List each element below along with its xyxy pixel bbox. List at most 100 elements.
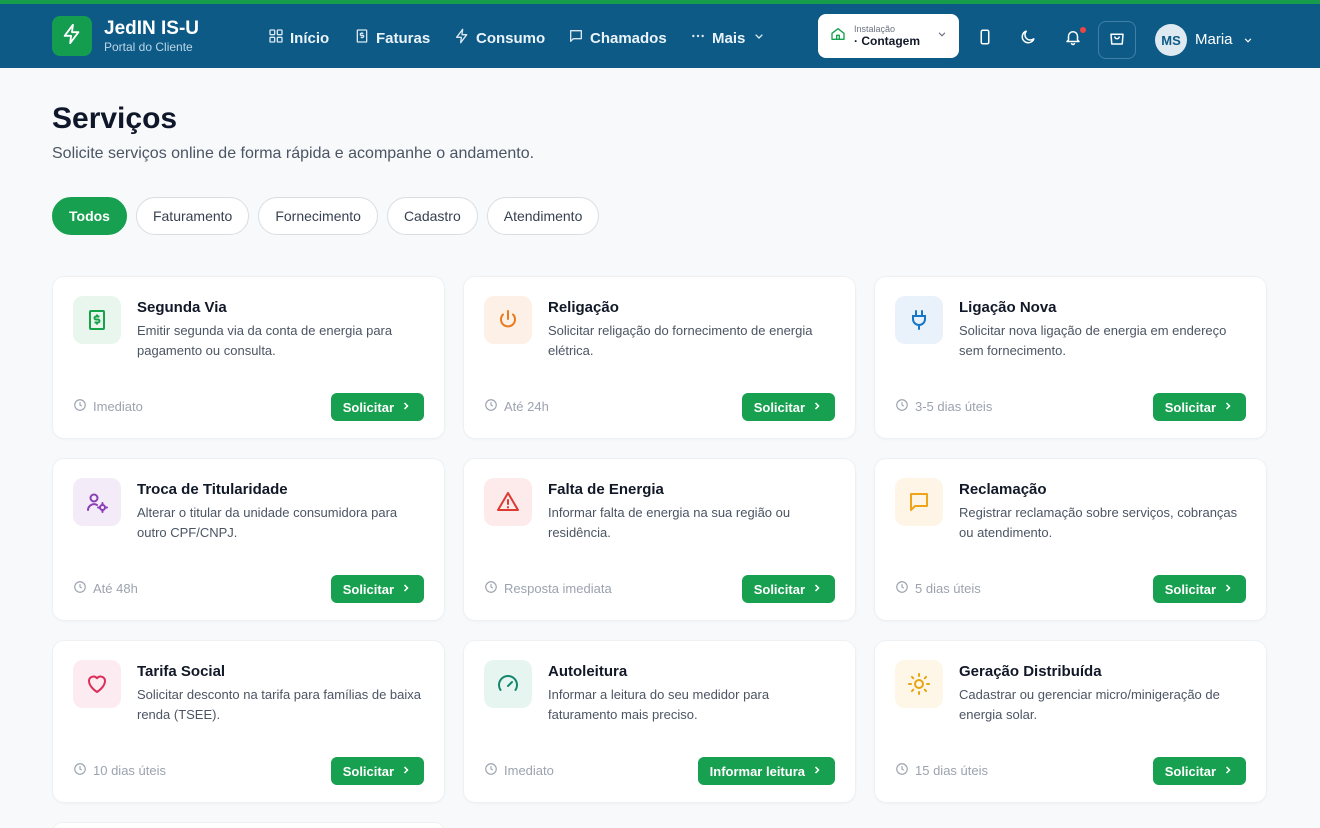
request-button[interactable]: Solicitar bbox=[330, 757, 424, 785]
service-time-label: 15 dias úteis bbox=[915, 763, 988, 778]
service-time: Imediato bbox=[73, 398, 143, 415]
page-title: Serviços bbox=[52, 102, 178, 135]
top-header: JedIN IS-U Portal do Cliente Início Fatu… bbox=[0, 0, 1320, 68]
service-time-label: Imediato bbox=[504, 763, 554, 778]
nav-item-mais[interactable]: Mais bbox=[690, 26, 767, 50]
user-name[interactable]: Maria bbox=[1195, 31, 1233, 48]
nav-label: Chamados bbox=[590, 29, 667, 47]
button-label: Solicitar bbox=[1164, 581, 1216, 597]
chevron-right-icon bbox=[1222, 582, 1234, 597]
submit-reading-button[interactable]: Informar leitura bbox=[697, 757, 835, 785]
chevron-down-icon bbox=[751, 28, 767, 48]
service-time: 10 dias úteis bbox=[73, 762, 166, 779]
button-label: Solicitar bbox=[1164, 763, 1216, 779]
service-time: Resposta imediata bbox=[484, 580, 612, 597]
nav-item-consumo[interactable]: Consumo bbox=[454, 26, 545, 50]
plug-icon bbox=[895, 296, 943, 344]
service-time-label: 10 dias úteis bbox=[93, 763, 166, 778]
chevron-right-icon bbox=[400, 582, 412, 597]
installation-label: Instalação bbox=[854, 24, 896, 34]
nav-item-inicio[interactable]: Início bbox=[268, 26, 329, 50]
service-time-label: 5 dias úteis bbox=[915, 581, 981, 596]
service-title: Tarifa Social bbox=[137, 663, 226, 680]
warning-icon bbox=[484, 478, 532, 526]
nav-item-faturas[interactable]: Faturas bbox=[354, 26, 430, 50]
power-icon bbox=[484, 296, 532, 344]
filter-tab-cadastro[interactable]: Cadastro bbox=[386, 197, 478, 235]
brand-name: JedIN IS-U bbox=[104, 18, 200, 39]
service-description: Solicitar nova ligação de energia em end… bbox=[959, 323, 1227, 358]
request-button[interactable]: Solicitar bbox=[1152, 757, 1246, 785]
filter-tab-atendimento[interactable]: Atendimento bbox=[486, 197, 600, 235]
chevron-right-icon bbox=[1222, 400, 1234, 415]
service-description: Registrar reclamação sobre serviços, cob… bbox=[959, 505, 1238, 540]
clock-icon bbox=[895, 762, 909, 779]
clock-icon bbox=[484, 580, 498, 597]
request-button[interactable]: Solicitar bbox=[330, 393, 424, 421]
filter-tab-todos[interactable]: Todos bbox=[52, 197, 127, 235]
button-label: Solicitar bbox=[1164, 399, 1216, 415]
filter-tabs: Todos Faturamento Fornecimento Cadastro … bbox=[52, 197, 600, 235]
service-card: Tarifa Social Solicitar desconto na tari… bbox=[52, 640, 445, 803]
avatar[interactable]: MS bbox=[1155, 24, 1187, 56]
service-description: Solicitar desconto na tarifa para famíli… bbox=[137, 687, 421, 722]
nav-item-chamados[interactable]: Chamados bbox=[568, 26, 667, 50]
button-label: Solicitar bbox=[342, 763, 394, 779]
request-button[interactable]: Solicitar bbox=[1152, 393, 1246, 421]
service-title: Segunda Via bbox=[137, 299, 227, 316]
service-card: Troca de Titularidade Alterar o titular … bbox=[52, 458, 445, 621]
clock-icon bbox=[895, 398, 909, 415]
service-time: 3-5 dias úteis bbox=[895, 398, 992, 415]
clock-icon bbox=[73, 580, 87, 597]
service-time: Imediato bbox=[484, 762, 554, 779]
sun-icon bbox=[895, 660, 943, 708]
chevron-down-icon[interactable] bbox=[1241, 33, 1255, 52]
service-time-label: Imediato bbox=[93, 399, 143, 414]
gauge-icon bbox=[484, 660, 532, 708]
chevron-right-icon bbox=[811, 764, 823, 779]
service-card: Geração Distribuída Cadastrar ou gerenci… bbox=[874, 640, 1267, 803]
service-card: Falta de Energia Informar falta de energ… bbox=[463, 458, 856, 621]
chevron-right-icon bbox=[811, 582, 823, 597]
service-title: Falta de Energia bbox=[548, 481, 664, 498]
request-button[interactable]: Solicitar bbox=[330, 575, 424, 603]
request-button[interactable]: Solicitar bbox=[1152, 575, 1246, 603]
clock-icon bbox=[73, 398, 87, 415]
mobile-icon[interactable] bbox=[972, 24, 998, 50]
service-time: Até 24h bbox=[484, 398, 549, 415]
notification-dot bbox=[1079, 26, 1087, 34]
user-cog-icon bbox=[73, 478, 121, 526]
service-description: Informar falta de energia na sua região … bbox=[548, 505, 791, 540]
service-card: Reclamação Registrar reclamação sobre se… bbox=[874, 458, 1267, 621]
brand-subtitle: Portal do Cliente bbox=[104, 40, 193, 54]
request-button[interactable]: Solicitar bbox=[741, 575, 835, 603]
chat-icon bbox=[568, 28, 584, 48]
button-label: Solicitar bbox=[753, 399, 805, 415]
service-description: Informar a leitura do seu medidor para f… bbox=[548, 687, 770, 722]
filter-tab-fornecimento[interactable]: Fornecimento bbox=[258, 197, 378, 235]
chevron-right-icon bbox=[811, 400, 823, 415]
cart-button[interactable] bbox=[1098, 21, 1136, 59]
service-title: Ligação Nova bbox=[959, 299, 1057, 316]
page-subtitle: Solicite serviços online de forma rápida… bbox=[52, 145, 535, 162]
brand-logo[interactable] bbox=[52, 16, 92, 56]
service-time: 15 dias úteis bbox=[895, 762, 988, 779]
request-button[interactable]: Solicitar bbox=[741, 393, 835, 421]
chevron-right-icon bbox=[400, 400, 412, 415]
installation-selector[interactable]: Instalação · Contagem bbox=[818, 14, 959, 58]
service-title: Troca de Titularidade bbox=[137, 481, 288, 498]
moon-icon[interactable] bbox=[1015, 24, 1041, 50]
service-time-label: Resposta imediata bbox=[504, 581, 612, 596]
service-title: Geração Distribuída bbox=[959, 663, 1102, 680]
service-description: Emitir segunda via da conta de energia p… bbox=[137, 323, 393, 358]
button-label: Solicitar bbox=[753, 581, 805, 597]
chevron-right-icon bbox=[1222, 764, 1234, 779]
service-card: Autoleitura Informar a leitura do seu me… bbox=[463, 640, 856, 803]
service-card: Ligação Nova Solicitar nova ligação de e… bbox=[874, 276, 1267, 439]
service-title: Religação bbox=[548, 299, 619, 316]
filter-tab-faturamento[interactable]: Faturamento bbox=[135, 197, 250, 235]
service-card: Segunda Via Emitir segunda via da conta … bbox=[52, 276, 445, 439]
button-label: Solicitar bbox=[342, 399, 394, 415]
service-card-partial bbox=[52, 822, 445, 828]
nav-label: Consumo bbox=[476, 29, 546, 47]
